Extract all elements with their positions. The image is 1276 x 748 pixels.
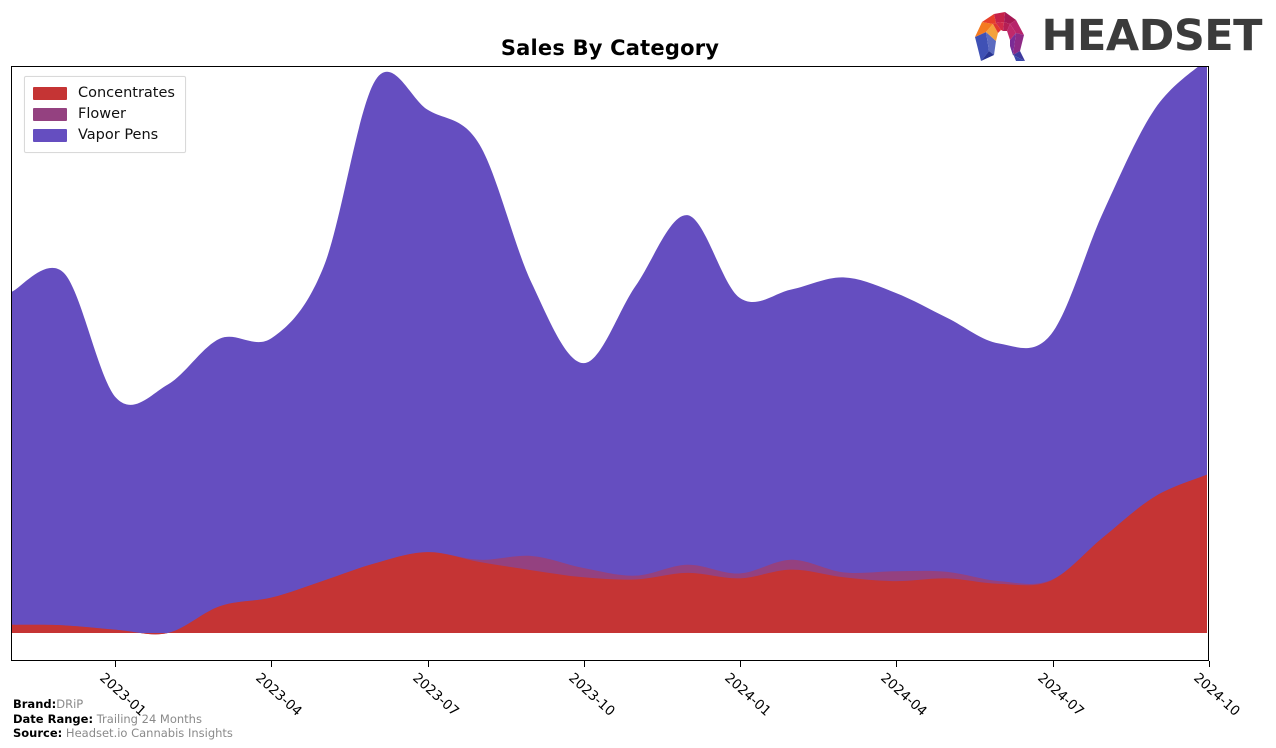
chart-page: HEADSET Sales By Category Concentrates F…: [0, 0, 1276, 748]
legend-item-flower[interactable]: Flower: [33, 104, 175, 125]
x-axis-tick-mark: [427, 661, 429, 667]
legend-label-vapor-pens: Vapor Pens: [78, 127, 159, 144]
footer-source-value: Headset.io Cannabis Insights: [65, 726, 233, 741]
x-axis-tick-mark: [115, 661, 117, 667]
x-axis-tick-mark: [271, 661, 273, 667]
x-axis-tick-label: 2024-01: [721, 670, 775, 720]
footer-daterange-value: Trailing 24 Months: [96, 711, 202, 726]
page-title: Sales By Category: [500, 36, 720, 60]
footer-source-label: Source:: [13, 726, 63, 741]
legend-item-concentrates[interactable]: Concentrates: [33, 83, 175, 104]
footer-daterange-label: Date Range:: [13, 711, 94, 726]
x-axis-tick-mark: [740, 661, 742, 667]
legend-item-vapor-pens[interactable]: Vapor Pens: [33, 125, 175, 146]
footer-brand-value: DRiP: [56, 697, 84, 711]
footer-daterange-line: Date Range: Trailing 24 Months: [13, 712, 233, 727]
legend-label-concentrates: Concentrates: [78, 85, 175, 102]
x-axis-tick-label: 2024-10: [1190, 670, 1243, 720]
chart-legend: Concentrates Flower Vapor Pens: [24, 76, 186, 153]
legend-swatch-flower: [33, 108, 67, 121]
legend-swatch-vapor-pens: [33, 129, 67, 142]
x-axis-tick-mark: [583, 661, 585, 667]
x-axis-tick-label: 2023-04: [252, 670, 306, 720]
area-band-vapor-pens: [12, 67, 1207, 633]
x-axis-tick-label: 2024-04: [877, 670, 931, 720]
plot-area: Concentrates Flower Vapor Pens: [11, 66, 1209, 661]
x-axis-tick-label: 2024-07: [1034, 670, 1087, 720]
x-axis-tick-mark: [1052, 661, 1054, 667]
chart-footer: Brand:DRiP Date Range: Trailing 24 Month…: [13, 697, 233, 741]
legend-swatch-concentrates: [33, 87, 67, 100]
legend-label-flower: Flower: [78, 106, 126, 123]
x-axis-tick-mark: [1209, 661, 1210, 667]
footer-brand-line: Brand:DRiP: [13, 697, 233, 712]
stacked-area-chart: [12, 67, 1207, 635]
x-axis-tick-mark: [896, 661, 898, 667]
x-axis-tick-label: 2023-07: [408, 670, 462, 720]
footer-source-line: Source: Headset.io Cannabis Insights: [13, 726, 233, 741]
x-axis-tick-label: 2023-10: [565, 670, 618, 720]
footer-brand-label: Brand:: [13, 697, 57, 711]
